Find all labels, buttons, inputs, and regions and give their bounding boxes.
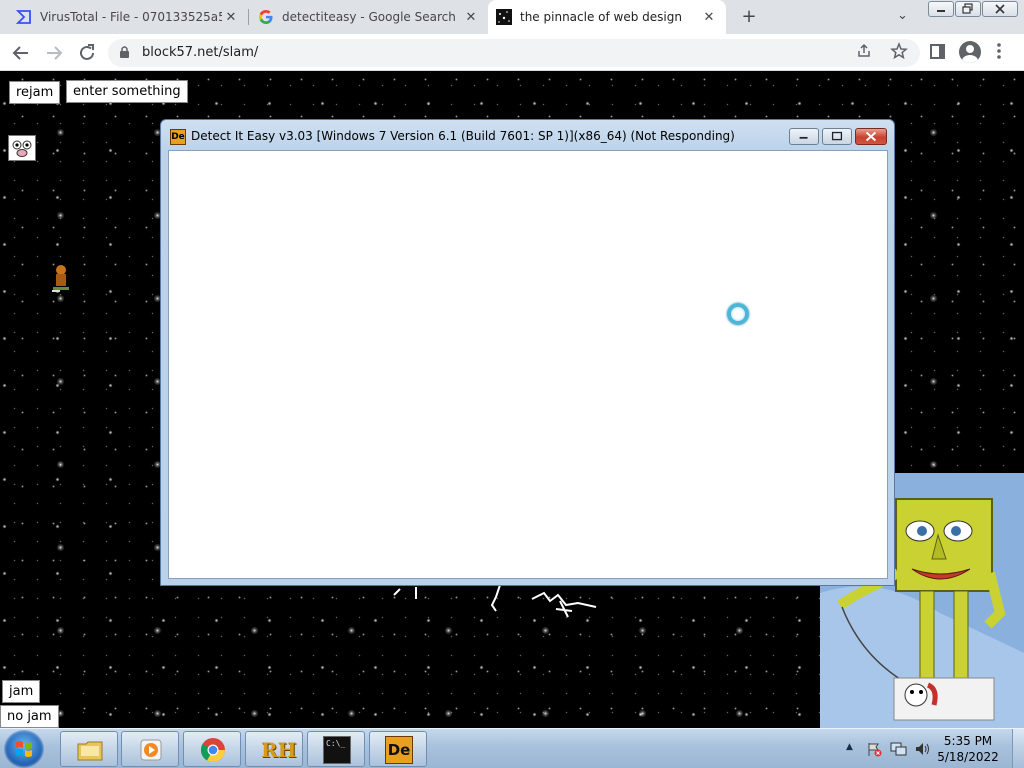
- browser-toolbar: block57.net/slam/: [0, 34, 1024, 71]
- jam-button[interactable]: jam: [2, 680, 41, 703]
- reload-icon[interactable]: [76, 42, 98, 64]
- profile-avatar-icon[interactable]: [959, 41, 981, 63]
- media-player-icon: [140, 739, 162, 761]
- minimize-icon: [937, 10, 945, 12]
- window-maximize-button[interactable]: [822, 128, 852, 145]
- cmd-icon: C:\_: [323, 736, 351, 764]
- cat-face-icon: [12, 140, 32, 157]
- enter-something-button[interactable]: enter something: [66, 80, 188, 103]
- busy-spinner-cursor-icon: [727, 303, 749, 325]
- browser-tab-strip: VirusTotal - File - 070133525a50c ✕ dete…: [0, 0, 1024, 34]
- window-title: Detect It Easy v3.03 [Windows 7 Version …: [191, 129, 735, 143]
- rejam-button[interactable]: rejam: [9, 81, 61, 104]
- windows-logo-icon: [16, 741, 32, 757]
- browser-minimize-button[interactable]: [928, 1, 954, 17]
- forward-arrow-icon[interactable]: [43, 42, 65, 64]
- tab-title: detectiteasy - Google Search: [282, 10, 456, 24]
- minimize-icon: [799, 136, 808, 139]
- white-crack-scribble: [393, 584, 597, 618]
- tab-google-search[interactable]: detectiteasy - Google Search ✕: [250, 0, 488, 34]
- share-icon[interactable]: [856, 43, 872, 59]
- tab-title: the pinnacle of web design: [520, 10, 682, 24]
- close-icon: [995, 4, 1005, 14]
- no-jam-button[interactable]: no jam: [0, 705, 59, 728]
- detect-it-easy-window[interactable]: De Detect It Easy v3.03 [Windows 7 Versi…: [160, 119, 895, 586]
- bookmark-star-icon[interactable]: [890, 42, 908, 60]
- browser-close-button[interactable]: [982, 1, 1018, 17]
- window-close-button[interactable]: [855, 128, 887, 145]
- lock-icon: [120, 46, 129, 58]
- url-text[interactable]: block57.net/slam/: [142, 45, 258, 60]
- restore-icon: [962, 3, 973, 14]
- site-icon: [496, 9, 512, 25]
- tab-pinnacle-web-design[interactable]: the pinnacle of web design ✕: [488, 0, 726, 34]
- more-menu-icon[interactable]: [996, 42, 1002, 60]
- detect-it-easy-app-icon: De: [170, 129, 186, 145]
- show-desktop-button[interactable]: [1012, 729, 1024, 768]
- system-clock[interactable]: 5:35 PM 5/18/2022: [930, 733, 1006, 765]
- side-panel-icon[interactable]: [930, 44, 945, 59]
- tab-close-icon[interactable]: ✕: [700, 10, 718, 25]
- explorer-icon: [77, 741, 103, 761]
- google-icon: [259, 10, 273, 24]
- clock-time: 5:35 PM: [943, 734, 993, 748]
- taskbar-media-player-button[interactable]: [121, 731, 179, 767]
- close-icon: [865, 131, 877, 142]
- window-minimize-button[interactable]: [789, 128, 819, 145]
- tab-search-chevron-icon[interactable]: ⌄: [897, 8, 908, 23]
- cat-face-thumbnail[interactable]: [8, 135, 36, 161]
- maximize-icon: [831, 131, 843, 141]
- detect-it-easy-icon: De: [385, 736, 413, 764]
- tab-close-icon[interactable]: ✕: [462, 10, 480, 25]
- taskbar-chrome-button[interactable]: [183, 731, 241, 767]
- tab-close-icon[interactable]: ✕: [222, 10, 240, 25]
- taskbar-explorer-button[interactable]: [60, 731, 118, 767]
- network-icon[interactable]: [890, 741, 908, 757]
- taskbar-cmd-button[interactable]: C:\_: [307, 731, 365, 767]
- tab-separator: [248, 9, 249, 25]
- browser-restore-button[interactable]: [955, 1, 981, 17]
- tab-virustotal[interactable]: VirusTotal - File - 070133525a50c ✕: [8, 0, 248, 34]
- clock-date: 5/18/2022: [937, 750, 999, 764]
- pixel-character-sprite: [52, 265, 69, 292]
- tab-title: VirusTotal - File - 070133525a50c: [40, 10, 222, 24]
- chrome-icon: [200, 738, 225, 763]
- virustotal-icon: [16, 10, 31, 24]
- back-arrow-icon[interactable]: [10, 42, 32, 64]
- taskbar-resource-hacker-button[interactable]: RH: [245, 731, 303, 767]
- window-client-area[interactable]: [168, 150, 888, 579]
- windows-taskbar: RH C:\_ De ▲ 5:35 PM 5/18/2022: [0, 728, 1024, 768]
- taskbar-detect-it-easy-button[interactable]: De: [369, 731, 427, 767]
- start-button[interactable]: [4, 730, 44, 768]
- action-center-flag-icon[interactable]: [866, 741, 882, 757]
- address-bar[interactable]: block57.net/slam/: [108, 39, 920, 67]
- resource-hacker-icon: RH: [261, 738, 297, 762]
- new-tab-button[interactable]: +: [738, 6, 760, 28]
- show-hidden-icons-icon[interactable]: ▲: [846, 742, 853, 752]
